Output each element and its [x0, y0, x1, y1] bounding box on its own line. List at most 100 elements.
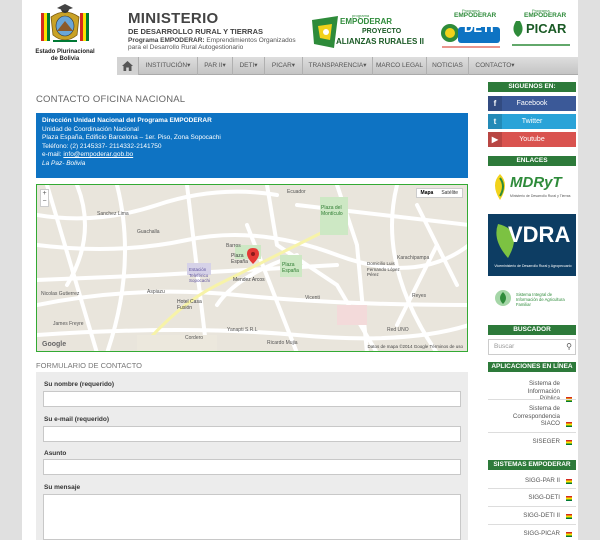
deti-logo[interactable]: Programa EMPODERAR DETI [440, 8, 502, 52]
mdryt-name: MDRyT [510, 174, 562, 191]
nav-noticias[interactable]: NOTICIAS [427, 57, 469, 75]
deti-name: DETI [464, 20, 494, 35]
app-link-siaco[interactable]: Sistema de Correspondencia SIACO [488, 405, 576, 428]
contact-form: Su nombre (requerido) Su e-mail (requeri… [36, 372, 468, 540]
alianzas-empoderar: EMPODERAR [340, 17, 393, 26]
info-line-3: Plaza España, Edificio Barcelona – 1er. … [42, 134, 221, 141]
nav-institucion[interactable]: INSTITUCIÓN▾ [139, 57, 198, 75]
contact-info-box: Dirección Unidad Nacional del Programa E… [36, 113, 468, 178]
google-brand: Google [42, 341, 67, 348]
bolivia-crest-logo[interactable]: Estado Plurinacional de Bolivia [34, 3, 96, 67]
system-link-sigg-deti-ii[interactable]: SIGG-DETI II [488, 512, 576, 520]
vdra-logo-link[interactable]: VDRA Viceministerio de Desarrollo Rural … [488, 214, 576, 276]
nav-picar[interactable]: PICAR▾ [265, 57, 303, 75]
mdryt-logo-link[interactable]: MDRyT Ministerio de Desarrollo Rural y T… [488, 170, 576, 208]
message-field[interactable] [43, 494, 461, 540]
name-label: Su nombre (requerido) [44, 381, 115, 388]
search-input[interactable]: Buscar ⚲ [488, 339, 576, 355]
map-type-control[interactable]: Mapa Satélite [415, 188, 463, 198]
system-label: SIGG-PICAR [523, 530, 560, 537]
system-label: SIGG-PAR II [525, 477, 560, 484]
map-label-red-uno: Red UNO [387, 327, 409, 333]
search-icon[interactable]: ⚲ [566, 340, 572, 354]
sis-logo-link[interactable]: Sistema Integral de Información de Agric… [488, 284, 576, 314]
map-type-satellite[interactable]: Satélite [437, 189, 462, 197]
bolivia-flag-icon [566, 421, 572, 427]
info-line-4: Teléfono: (2) 2145337- 2114332-2141750 [42, 142, 162, 150]
message-label: Su mensaje [44, 484, 81, 491]
map-label-reyes: Reyes [412, 293, 427, 299]
nav-marco-legal[interactable]: MARCO LEGAL [373, 57, 427, 75]
map-label-cordero: Cordero [185, 335, 204, 341]
system-label: SIGG-DETI II [523, 512, 560, 519]
twitter-button[interactable]: t Twitter [488, 114, 576, 129]
subject-field[interactable] [43, 459, 461, 475]
home-icon [122, 61, 133, 71]
divider [488, 506, 576, 507]
form-title: FORMULARIO DE CONTACTO [36, 361, 142, 370]
alianzas-title: ALIANZAS RURALES II [336, 37, 424, 46]
email-field-label: Su e-mail (requerido) [44, 416, 110, 423]
deti-empoderar: EMPODERAR [454, 12, 497, 19]
picar-name: PICAR [526, 21, 567, 36]
search-placeholder: Buscar [494, 343, 515, 350]
system-label: SIGG-DETI [528, 494, 560, 501]
follow-heading: SIGUENOS EN: [488, 82, 576, 92]
system-link-sigg-picar[interactable]: SIGG-PICAR [488, 530, 576, 538]
nav-par-ii[interactable]: PAR II▾ [198, 57, 233, 75]
map-label-sanchez: Sanchez Lima [97, 211, 129, 217]
mdryt-leaf-icon [495, 174, 505, 200]
map-label-hotel: Hotel Casa Fusión [177, 299, 202, 311]
info-line-1: Dirección Unidad Nacional del Programa E… [42, 117, 212, 124]
system-link-sigg-deti[interactable]: SIGG-DETI [488, 494, 576, 502]
systems-heading: SISTEMAS EMPODERAR [488, 460, 576, 470]
nav-home[interactable] [117, 57, 139, 75]
app-label: SISEGER [532, 438, 560, 445]
nav-contacto[interactable]: CONTACTO▾ [469, 57, 521, 75]
bolivia-flag-icon [566, 439, 572, 445]
bolivia-flag-icon [566, 513, 572, 519]
twitter-icon: t [488, 114, 502, 129]
map-label-barros: Barros [226, 243, 241, 249]
divider [488, 432, 576, 433]
page-title: CONTACTO OFICINA NACIONAL [36, 94, 186, 105]
search-heading: BUSCADOR [488, 325, 576, 335]
zoom-in-button[interactable]: + [41, 190, 48, 198]
links-heading: ENLACES [488, 156, 576, 166]
ministry-subtitle: DE DESARROLLO RURAL Y TIERRAS [128, 27, 264, 36]
divider [488, 399, 576, 400]
youtube-label: Youtube [519, 136, 545, 143]
vdra-name: VDRA [508, 222, 571, 247]
program-description: Programa EMPODERAR: Emprendimientos Orga… [128, 37, 318, 51]
facebook-button[interactable]: f Facebook [488, 96, 576, 111]
alianzas-rurales-logo[interactable]: programa EMPODERAR PROYECTO ALIANZAS RUR… [312, 12, 432, 50]
youtube-button[interactable]: ▶ Youtube [488, 132, 576, 147]
alianzas-proyecto: PROYECTO [362, 28, 402, 35]
map-type-map[interactable]: Mapa [417, 189, 438, 197]
bolivia-flag-icon [566, 531, 572, 537]
zoom-out-button[interactable]: − [41, 198, 48, 206]
youtube-icon: ▶ [488, 132, 502, 147]
picar-logo[interactable]: Programa EMPODERAR PICAR [510, 8, 572, 52]
email-label: e-mail: [42, 151, 62, 158]
bolivia-flag-icon [566, 478, 572, 484]
map-label-plaza-espana-2: Plaza España [282, 262, 299, 274]
coat-of-arms-icon [41, 4, 89, 42]
mdryt-sub: Ministerio de Desarrollo Rural y Tierras [510, 194, 571, 198]
info-line-2: Unidad de Coordinación Nacional [42, 125, 139, 133]
map-zoom-control[interactable]: + − [40, 189, 49, 207]
divider [488, 488, 576, 489]
email-field[interactable] [43, 426, 461, 442]
app-link-siseger[interactable]: SISEGER [488, 438, 576, 446]
email-link[interactable]: info@empoderar.gob.bo [63, 151, 133, 158]
facebook-label: Facebook [516, 100, 548, 107]
nav-deti[interactable]: DETI▾ [233, 57, 265, 75]
nav-transparencia[interactable]: TRANSPARENCIA▾ [303, 57, 373, 75]
map-label-ricardo: Ricardo Mujia [267, 340, 298, 346]
sis-leaf-icon [495, 290, 511, 306]
program-desc-2: para el Desarrollo Rural Autogestionario [128, 43, 244, 51]
name-field[interactable] [43, 391, 461, 407]
system-link-sigg-par-ii[interactable]: SIGG-PAR II [488, 477, 576, 485]
google-map[interactable]: + − Mapa Satélite Plaza España Plaza Esp… [36, 184, 468, 352]
map-footer[interactable]: Datos de mapa ©2014 Google Términos de u… [367, 344, 463, 349]
